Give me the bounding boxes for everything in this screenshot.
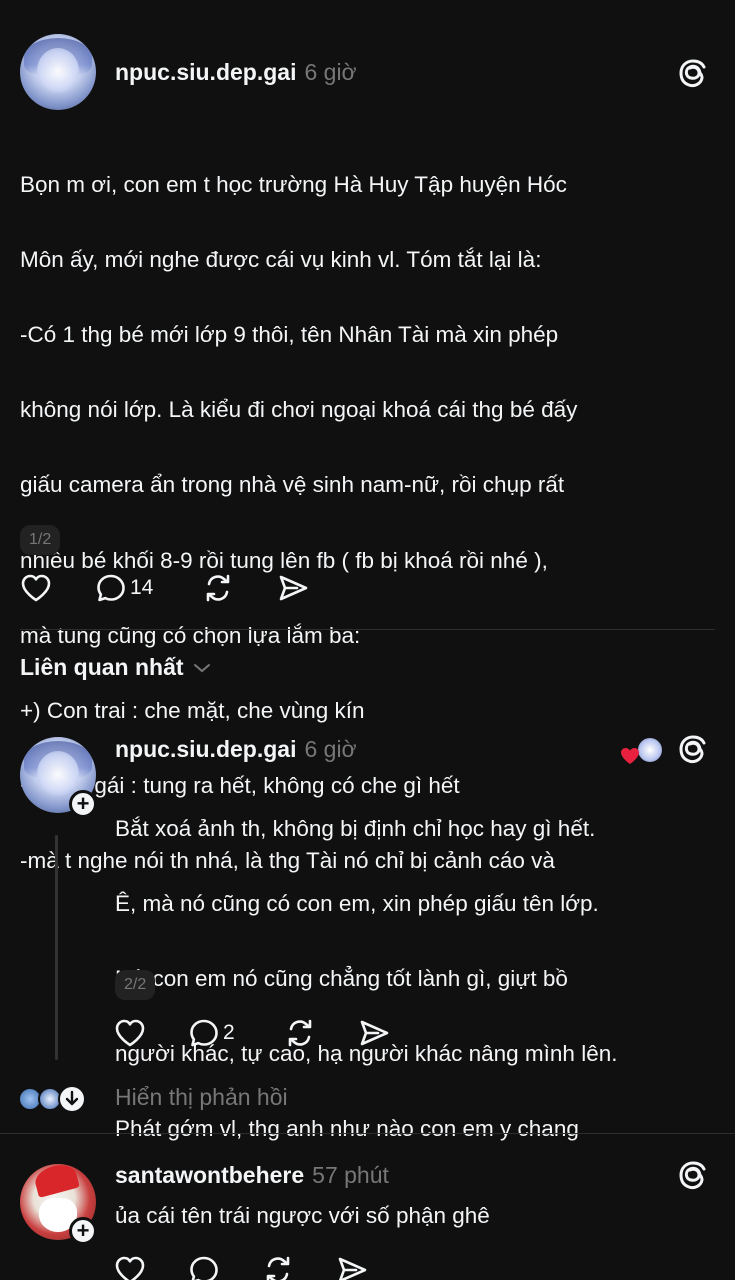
send-icon (338, 1257, 367, 1280)
repost-button[interactable] (284, 1018, 316, 1048)
comment-icon (190, 1019, 218, 1047)
reply2-actions (0, 1255, 735, 1280)
send-icon (360, 1020, 389, 1046)
section-divider (20, 629, 715, 630)
reply-author-username[interactable]: npuc.siu.dep.gai (115, 736, 296, 762)
send-icon (279, 575, 308, 601)
reply-line: Phát gớm vl, thg anh như nào con em y ch… (115, 1116, 579, 1142)
repost-button[interactable] (202, 573, 234, 603)
post-author-name[interactable]: npuc.siu.dep.gai 6 giờ (115, 59, 357, 86)
section-divider (0, 1133, 735, 1134)
post-line: giấu camera ẩn trong nhà vệ sinh nam-nữ,… (20, 472, 565, 498)
repost-button[interactable] (262, 1255, 294, 1280)
thread-connector-line (55, 835, 58, 1060)
repost-icon (206, 574, 230, 602)
post-time: 6 giờ (304, 59, 357, 85)
post-page-indicator: 1/2 (20, 525, 61, 555)
post-line: không nói lớp. Là kiểu đi chơi ngoại kho… (20, 397, 578, 423)
post-line: mà tung cũng có chọn lựa lắm ba: (20, 622, 361, 648)
reply-page-indicator: 2/2 (115, 970, 156, 1000)
comment-icon (97, 574, 125, 602)
avatar-face (36, 47, 80, 94)
reply-time: 6 giờ (304, 736, 357, 762)
threads-logo-icon[interactable] (678, 1160, 708, 1197)
follow-plus-button[interactable]: + (69, 790, 97, 818)
post-line: +) Con trai : che mặt, che vùng kín (20, 697, 365, 723)
arrow-down-circle-icon (58, 1085, 86, 1113)
post-line: -Có 1 thg bé mới lớp 9 thôi, tên Nhân Tà… (20, 321, 559, 347)
post-line: Bọn m ơi, con em t học trường Hà Huy Tập… (20, 171, 567, 197)
reply-line: Mà con em nó cũng chẳng tốt lành gì, giự… (115, 965, 568, 991)
share-button[interactable] (358, 1018, 390, 1048)
heart-icon (115, 1019, 145, 1047)
share-button[interactable] (277, 573, 309, 603)
like-button[interactable] (20, 573, 52, 603)
reply-body: Bắt xoá ảnh th, không bị định chỉ học ha… (115, 772, 725, 1186)
comment-icon (190, 1256, 218, 1280)
reply-author-name[interactable]: npuc.siu.dep.gai 6 giờ (115, 736, 357, 763)
heart-icon (21, 574, 51, 602)
post-author-username[interactable]: npuc.siu.dep.gai (115, 59, 296, 85)
liker-avatar (636, 736, 664, 764)
reply2-time: 57 phút (312, 1162, 389, 1188)
show-replies-link[interactable]: Hiển thị phản hồi (115, 1084, 288, 1111)
sort-dropdown[interactable]: Liên quan nhất (20, 654, 212, 681)
threads-logo-icon[interactable] (678, 58, 708, 95)
avatar-face (36, 750, 80, 797)
avatar-santa-hat (32, 1164, 80, 1198)
repost-icon (266, 1256, 290, 1280)
reply-button[interactable] (188, 1255, 220, 1280)
sort-label: Liên quan nhất (20, 654, 184, 680)
like-button[interactable] (114, 1018, 146, 1048)
reply2-author-name[interactable]: santawontbehere 57 phút (115, 1162, 389, 1189)
repost-icon (288, 1019, 312, 1047)
post-line: Môn ấy, mới nghe được cái vụ kinh vl. Tó… (20, 246, 542, 272)
reply2-author-username[interactable]: santawontbehere (115, 1162, 304, 1188)
reply-line: Bắt xoá ảnh th, không bị định chỉ học ha… (115, 815, 596, 841)
post-author-avatar[interactable] (20, 34, 96, 110)
chevron-down-icon (193, 663, 210, 672)
red-heart-icon (621, 748, 639, 764)
reply2-body: ủa cái tên trái ngược với số phận ghê (115, 1203, 490, 1228)
reply-count: 14 (130, 576, 154, 599)
reply-button[interactable]: 14 (95, 573, 153, 603)
replier-avatars (18, 1085, 98, 1113)
share-button[interactable] (336, 1255, 368, 1280)
reply-line: Ê, mà nó cũng có con em, xin phép giấu t… (115, 890, 599, 916)
threads-logo-icon[interactable] (678, 734, 708, 771)
like-button[interactable] (114, 1255, 146, 1280)
heart-icon (115, 1256, 145, 1280)
reply-count: 2 (223, 1021, 235, 1044)
follow-plus-button[interactable]: + (69, 1217, 97, 1245)
liked-by-author-indicator (620, 736, 664, 766)
reply-button[interactable]: 2 (188, 1018, 235, 1048)
